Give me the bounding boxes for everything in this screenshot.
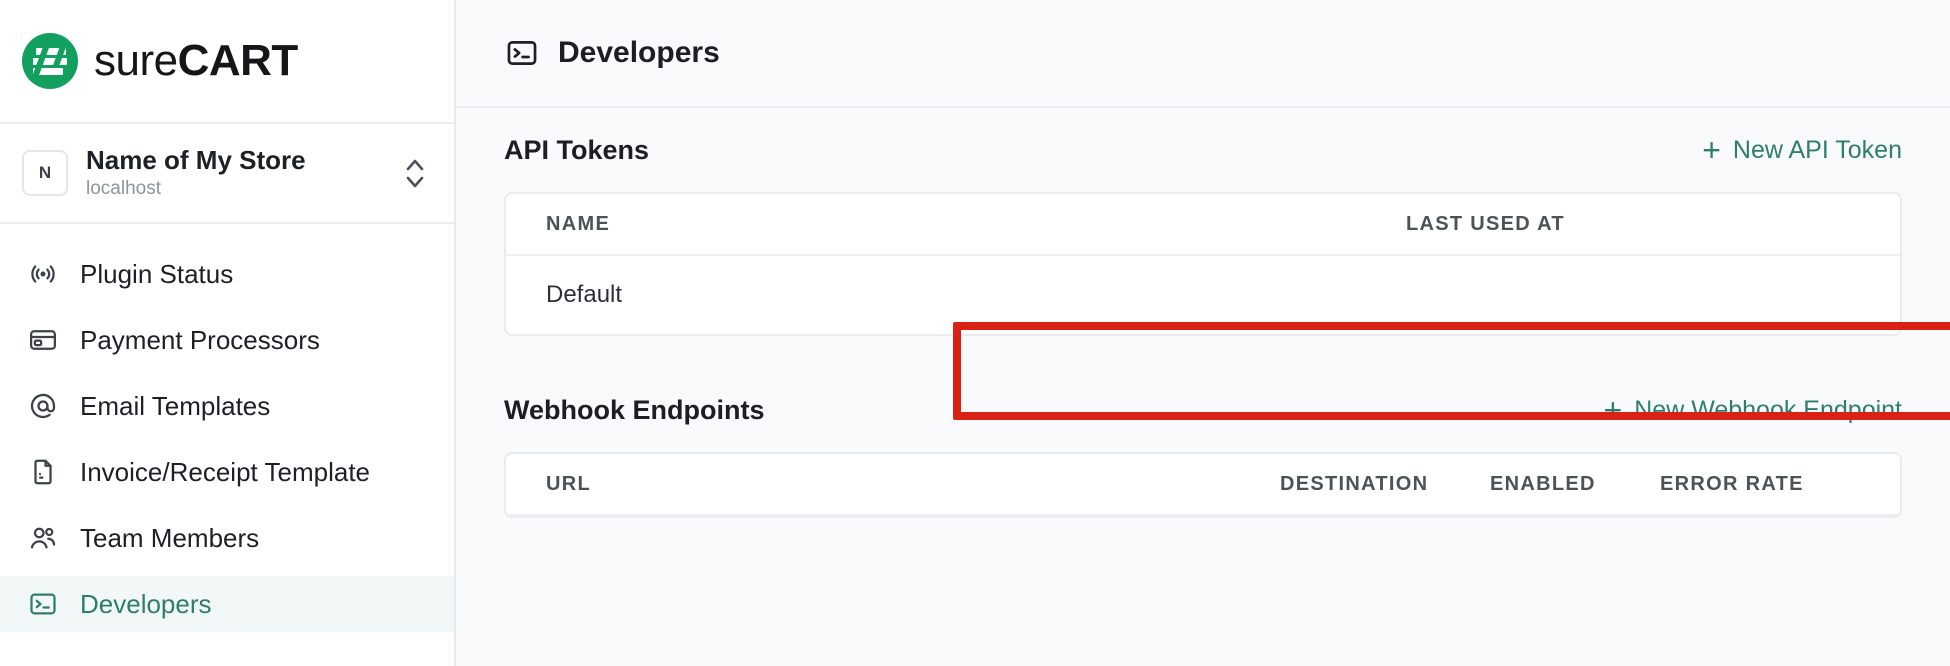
api-tokens-header: API Tokens + New API Token xyxy=(504,108,1902,192)
document-icon xyxy=(26,455,60,489)
store-info: Name of My Store localhost xyxy=(86,144,402,201)
column-header-url: URL xyxy=(546,472,592,495)
webhook-endpoints-header: Webhook Endpoints + New Webhook Endpoint xyxy=(504,368,1902,452)
column-header-destination: DESTINATION xyxy=(1280,472,1429,495)
new-api-token-button[interactable]: + New API Token xyxy=(1702,134,1902,166)
terminal-icon xyxy=(504,35,540,71)
credit-card-icon xyxy=(26,323,60,357)
column-header-last-used-at: LAST USED AT xyxy=(1406,212,1565,235)
brand-name-bold: CART xyxy=(177,36,299,85)
at-sign-icon xyxy=(26,389,60,423)
app-root: sure CART N Name of My Store localhost P… xyxy=(0,0,1950,666)
sidebar-item-email-templates[interactable]: Email Templates xyxy=(0,378,454,434)
sidebar-item-label: Email Templates xyxy=(80,390,271,421)
brand-name-light: sure xyxy=(94,36,178,85)
store-name: Name of My Store xyxy=(86,144,306,175)
plus-icon: + xyxy=(1603,392,1623,428)
plus-icon: + xyxy=(1702,132,1721,168)
api-tokens-table: NAME LAST USED AT Default xyxy=(504,192,1902,336)
broadcast-icon xyxy=(26,257,60,291)
brand-header: sure CART xyxy=(0,0,454,124)
sidebar-item-invoice-receipt-template[interactable]: Invoice/Receipt Template xyxy=(0,444,454,500)
webhook-endpoints-table-header: URL DESTINATION ENABLED ERROR RATE xyxy=(506,454,1900,516)
sidebar: sure CART N Name of My Store localhost P… xyxy=(0,0,456,666)
new-webhook-endpoint-label: New Webhook Endpoint xyxy=(1634,395,1902,424)
new-webhook-endpoint-button[interactable]: + New Webhook Endpoint xyxy=(1604,394,1902,426)
users-icon xyxy=(26,521,60,555)
column-header-error-rate: ERROR RATE xyxy=(1660,472,1804,495)
sidebar-item-label: Developers xyxy=(80,588,212,619)
sidebar-item-label: Invoice/Receipt Template xyxy=(80,456,371,487)
main-content: Developers API Tokens + New API Token NA… xyxy=(456,0,1950,666)
page-title: Developers xyxy=(558,36,720,69)
api-token-name: Default xyxy=(546,281,623,308)
store-selector[interactable]: N Name of My Store localhost xyxy=(0,124,454,224)
sidebar-item-label: Plugin Status xyxy=(80,258,234,289)
table-row[interactable]: Default xyxy=(506,256,1900,334)
api-tokens-title: API Tokens xyxy=(504,134,650,165)
webhook-endpoints-section: Webhook Endpoints + New Webhook Endpoint… xyxy=(456,368,1950,518)
page-header: Developers xyxy=(456,0,1950,108)
webhook-endpoints-title: Webhook Endpoints xyxy=(504,394,765,425)
sidebar-item-label: Team Members xyxy=(80,522,260,553)
store-avatar: N xyxy=(22,150,68,196)
webhook-endpoints-table: URL DESTINATION ENABLED ERROR RATE xyxy=(504,452,1902,518)
sidebar-item-label: Payment Processors xyxy=(80,324,320,355)
brand-wordmark: sure CART xyxy=(94,39,298,83)
api-tokens-section: API Tokens + New API Token NAME LAST USE… xyxy=(456,108,1950,336)
sidebar-item-plugin-status[interactable]: Plugin Status xyxy=(0,246,454,302)
column-header-enabled: ENABLED xyxy=(1490,472,1596,495)
column-header-name: NAME xyxy=(546,212,611,235)
new-api-token-label: New API Token xyxy=(1732,135,1902,164)
sidebar-nav: Plugin Status Payment Processors Email T… xyxy=(0,224,454,666)
surecart-logo-icon xyxy=(22,33,78,89)
sidebar-item-developers[interactable]: Developers xyxy=(0,576,454,632)
store-host: localhost xyxy=(86,177,161,199)
sidebar-item-payment-processors[interactable]: Payment Processors xyxy=(0,312,454,368)
chevron-up-down-icon[interactable] xyxy=(402,151,428,195)
terminal-icon xyxy=(26,587,60,621)
api-tokens-table-header: NAME LAST USED AT xyxy=(506,194,1900,256)
sidebar-item-team-members[interactable]: Team Members xyxy=(0,510,454,566)
